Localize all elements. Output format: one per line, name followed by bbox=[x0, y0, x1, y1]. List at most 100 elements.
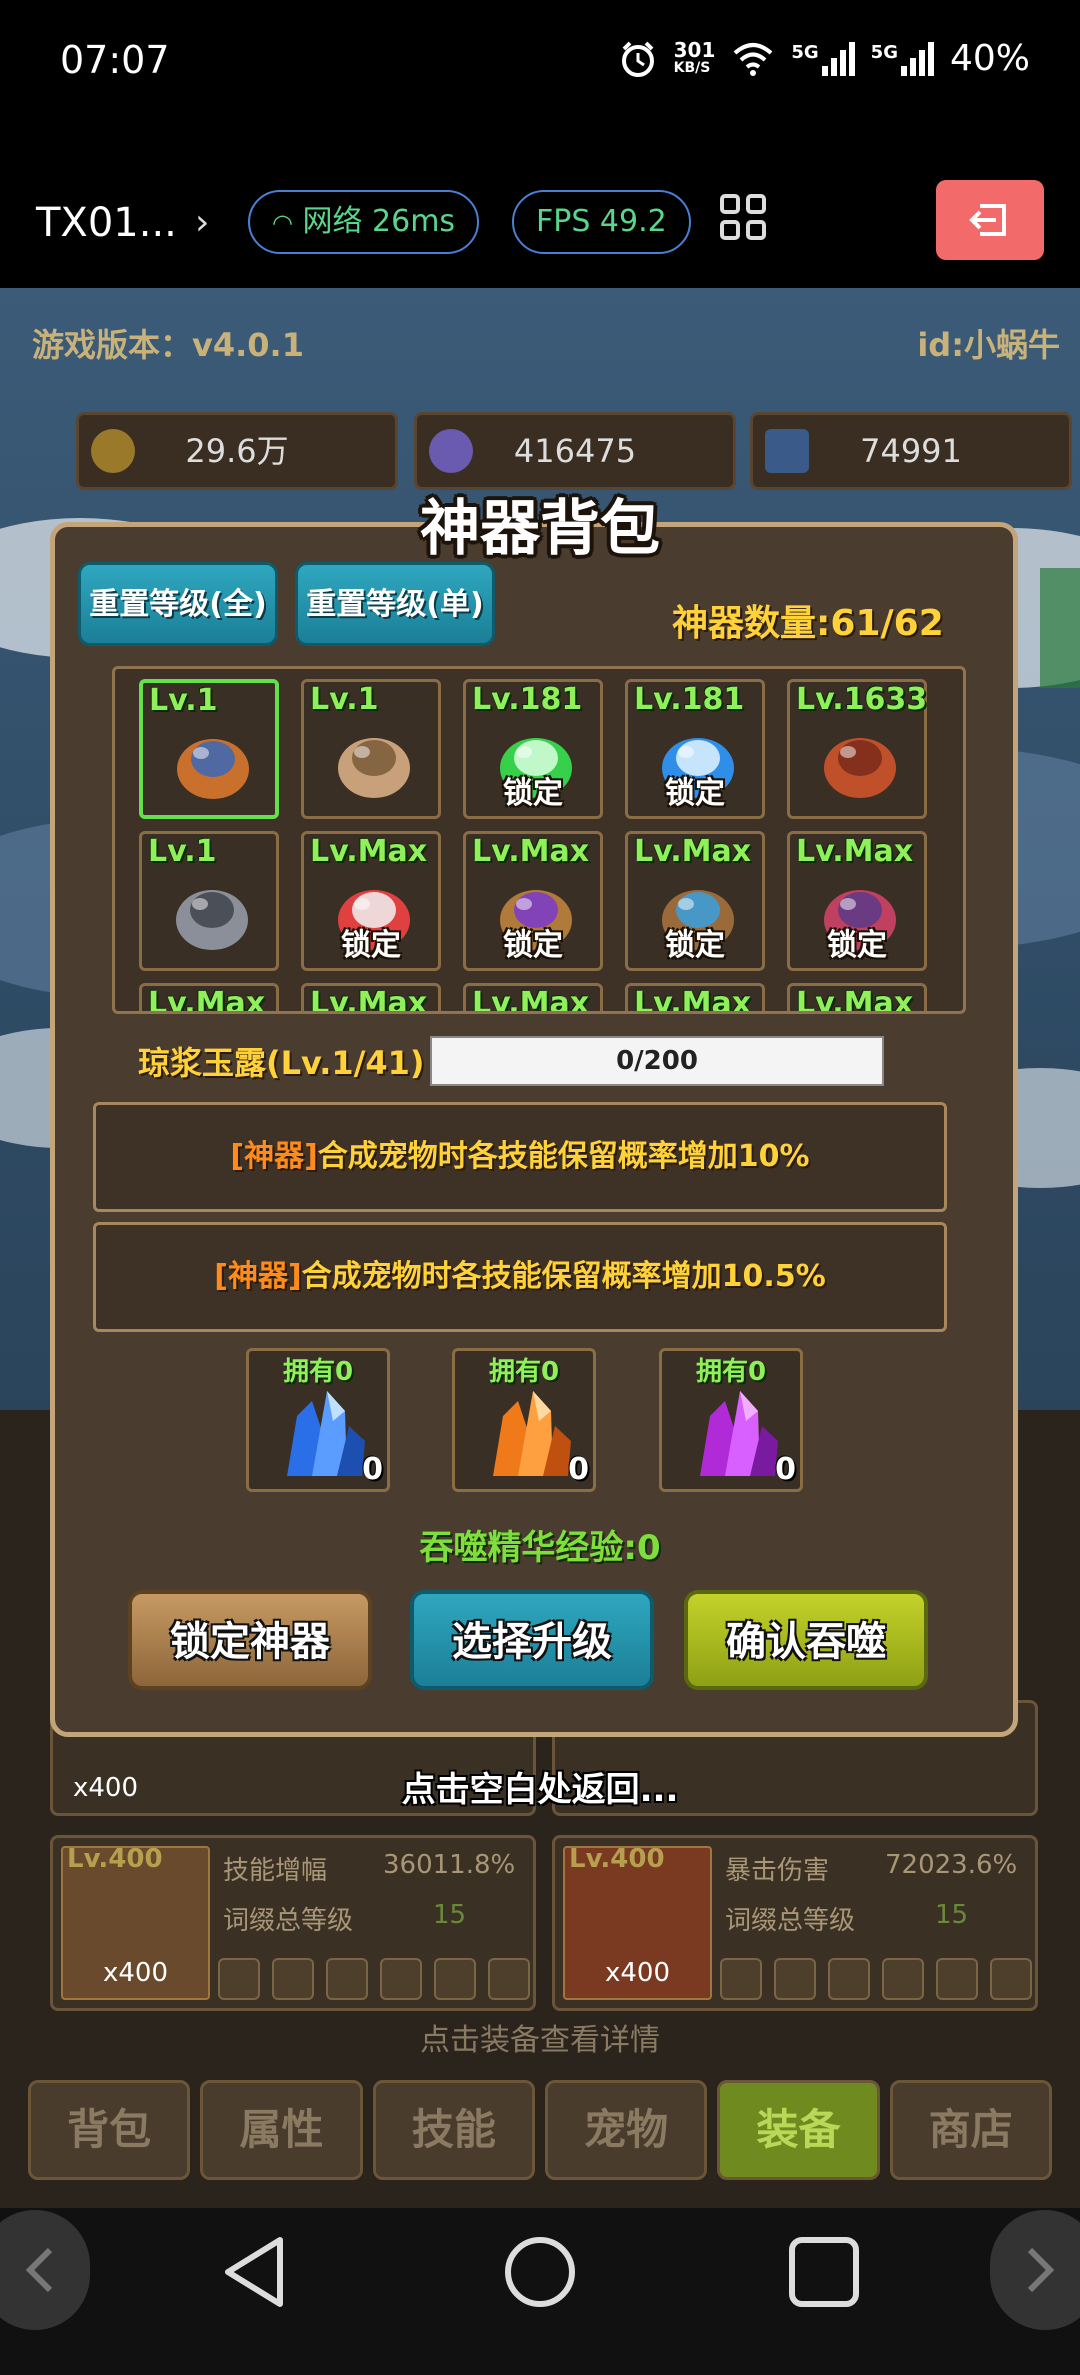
artifact-slot[interactable]: Lv.Max 锁定 bbox=[463, 831, 603, 971]
artifact-slot[interactable]: Lv.1633 bbox=[787, 679, 927, 819]
orange-crystal-slot[interactable]: 拥有0 0 bbox=[452, 1348, 596, 1492]
artifact-name-level: 琼浆玉露(Lv.1/41) bbox=[138, 1044, 425, 1082]
reset-single-level-button[interactable]: 重置等级(单) bbox=[295, 562, 495, 646]
modal-title: 神器背包 bbox=[420, 494, 660, 564]
locked-label: 锁定 bbox=[665, 776, 725, 811]
gem-slots bbox=[720, 1958, 1032, 2000]
select-upgrade-button[interactable]: 选择升级 bbox=[410, 1590, 654, 1690]
artifact-level: Lv.Max bbox=[472, 986, 590, 1014]
reset-all-levels-button[interactable]: 重置等级(全) bbox=[78, 562, 278, 646]
artifact-level: Lv.Max bbox=[796, 834, 914, 869]
locked-label: 锁定 bbox=[827, 928, 887, 963]
artifact-slot-partial[interactable]: Lv.Max bbox=[139, 983, 279, 1014]
artifact-level: Lv.1 bbox=[149, 683, 218, 718]
exit-icon bbox=[969, 204, 1006, 236]
artifact-slot[interactable]: Lv.1 bbox=[139, 831, 279, 971]
tab-skills[interactable]: 技能 bbox=[372, 2080, 535, 2180]
wifi-small-icon: ◠ bbox=[272, 209, 293, 237]
artifact-level: Lv.1633 bbox=[796, 682, 928, 717]
anvil-icon bbox=[176, 890, 248, 950]
artifact-grid[interactable]: Lv.1 Lv.1 Lv.181 锁定 Lv.181 锁定 Lv.1633 Lv.1 Lv.Ma… bbox=[112, 666, 966, 1014]
effect-next: [神器]合成宠物时各技能保留概率增加10.5% bbox=[93, 1222, 947, 1332]
exp-progress-bar: 0/200 bbox=[430, 1036, 884, 1086]
nav-right-arrow[interactable] bbox=[990, 2210, 1080, 2330]
purple-crystal-icon bbox=[700, 1391, 778, 1476]
tap-equipment-hint: 点击装备查看详情 bbox=[420, 2023, 660, 2058]
progress-text: 0/200 bbox=[616, 1046, 698, 1076]
artifact-slot-partial[interactable]: Lv.Max bbox=[463, 983, 603, 1014]
artifact-slot[interactable]: Lv.181 锁定 bbox=[625, 679, 765, 819]
artifact-level: Lv.Max bbox=[796, 986, 914, 1014]
purple-crystal-slot[interactable]: 拥有0 0 bbox=[659, 1348, 803, 1492]
signal-5g-icon: 5G bbox=[791, 41, 855, 76]
artifact-slot-partial[interactable]: Lv.Max bbox=[625, 983, 765, 1014]
blue-crystal-slot[interactable]: 拥有0 0 bbox=[246, 1348, 390, 1492]
artifact-slot[interactable]: Lv.181 锁定 bbox=[463, 679, 603, 819]
artifact-level: Lv.1 bbox=[148, 834, 217, 869]
battery-level: 40% bbox=[949, 38, 1030, 79]
artifact-level: Lv.Max bbox=[148, 986, 266, 1014]
artifact-slot[interactable]: Lv.Max 锁定 bbox=[625, 831, 765, 971]
red-pouch-icon bbox=[824, 738, 896, 798]
artifact-level: Lv.181 bbox=[472, 682, 583, 717]
chevron-right-icon-nav bbox=[1027, 2247, 1055, 2293]
network-latency-pill[interactable]: ◠ 网络 26ms bbox=[248, 190, 480, 254]
signal-5g-icon-2: 5G bbox=[871, 41, 934, 76]
back-icon[interactable] bbox=[218, 2232, 298, 2312]
coin-icon bbox=[91, 429, 135, 473]
devour-exp-label: 吞噬精华经验:0 bbox=[419, 1528, 661, 1568]
nav-left-arrow[interactable] bbox=[0, 2210, 90, 2330]
tab-bag[interactable]: 背包 bbox=[28, 2080, 191, 2180]
wifi-icon bbox=[734, 42, 773, 76]
session-title[interactable]: TX01... bbox=[36, 200, 177, 246]
grid-menu-icon[interactable] bbox=[720, 194, 770, 244]
player-id: id:小蜗牛 bbox=[917, 326, 1060, 364]
card-resource: 74991 bbox=[750, 412, 1072, 490]
equipment-card[interactable]: Lv.400 x400 暴击伤害 72023.6% 词缀总等级 15 bbox=[552, 1835, 1038, 2011]
gold-resource: 29.6万 bbox=[76, 412, 398, 490]
artifact-slot[interactable]: Lv.1 bbox=[139, 679, 279, 819]
artifact-level: Lv.Max bbox=[310, 834, 428, 869]
locked-label: 锁定 bbox=[341, 928, 401, 963]
effect-current: [神器]合成宠物时各技能保留概率增加10% bbox=[93, 1102, 947, 1212]
net-speed: 301 KB/S bbox=[673, 37, 716, 76]
locked-label: 锁定 bbox=[665, 928, 725, 963]
card-icon bbox=[765, 429, 809, 473]
exit-button[interactable] bbox=[936, 180, 1044, 260]
artifact-slot[interactable]: Lv.Max 锁定 bbox=[787, 831, 927, 971]
bottom-tabs: 背包 属性 技能 宠物 装备 商店 bbox=[28, 2080, 1052, 2180]
tab-shop[interactable]: 商店 bbox=[889, 2080, 1052, 2180]
pot-icon bbox=[177, 739, 249, 799]
artifact-level: Lv.Max bbox=[310, 986, 428, 1014]
artifact-level: Lv.Max bbox=[634, 834, 752, 869]
gem-slots bbox=[218, 1958, 530, 2000]
chevron-left-icon bbox=[25, 2247, 53, 2293]
equipment-card[interactable]: Lv.400 x400 技能增幅 36011.8% 词缀总等级 15 bbox=[50, 1835, 536, 2011]
orange-crystal-icon bbox=[493, 1391, 571, 1476]
artifact-level: Lv.1 bbox=[310, 682, 379, 717]
locked-label: 锁定 bbox=[503, 928, 563, 963]
lock-artifact-button[interactable]: 锁定神器 bbox=[128, 1590, 372, 1690]
fps-pill[interactable]: FPS 49.2 bbox=[512, 190, 691, 254]
locked-label: 锁定 bbox=[503, 776, 563, 811]
tap-to-return-hint[interactable]: 点击空白处返回... bbox=[0, 1762, 1080, 1811]
crystal-icon bbox=[429, 429, 473, 473]
confirm-devour-button[interactable]: 确认吞噬 bbox=[684, 1590, 928, 1690]
tab-attributes[interactable]: 属性 bbox=[200, 2080, 363, 2180]
artifact-level: Lv.Max bbox=[472, 834, 590, 869]
tab-pets[interactable]: 宠物 bbox=[544, 2080, 708, 2180]
artifact-slot[interactable]: Lv.Max 锁定 bbox=[301, 831, 441, 971]
artifact-level: Lv.Max bbox=[634, 986, 752, 1014]
tab-equipment[interactable]: 装备 bbox=[717, 2080, 880, 2180]
alarm-icon bbox=[621, 41, 654, 77]
game-version: 游戏版本：v4.0.1 bbox=[32, 326, 304, 364]
home-icon[interactable] bbox=[500, 2232, 580, 2312]
artifact-slot-partial[interactable]: Lv.Max bbox=[787, 983, 927, 1014]
artifact-slot-partial[interactable]: Lv.Max bbox=[301, 983, 441, 1014]
recents-icon[interactable] bbox=[784, 2232, 864, 2312]
blue-crystal-icon bbox=[287, 1391, 365, 1476]
chevron-right-icon[interactable]: › bbox=[195, 202, 209, 243]
status-icons: 301 KB/S 5G 5G 40% bbox=[618, 38, 1030, 79]
crystal-resource: 416475 bbox=[414, 412, 736, 490]
artifact-slot[interactable]: Lv.1 bbox=[301, 679, 441, 819]
